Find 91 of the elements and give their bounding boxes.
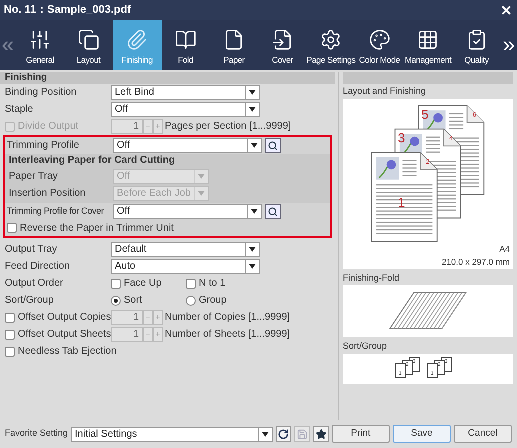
preview-button[interactable]: [265, 138, 281, 153]
number-field[interactable]: 1: [111, 327, 143, 342]
search-icon: [268, 206, 278, 216]
field-label: Paper Tray: [9, 170, 59, 184]
preview-heading: Finishing-Fold: [343, 272, 401, 285]
caret-icon: [262, 432, 269, 436]
field-label: Sort/Group: [5, 294, 55, 308]
toolbar-tab[interactable]: Page Settings: [307, 20, 356, 70]
field-label: Binding Position: [5, 86, 78, 100]
field-label: Trimming Profile: [7, 139, 80, 153]
toolbar-tab[interactable]: Cover: [258, 20, 307, 70]
book-icon: [174, 29, 197, 52]
file-input-icon: [272, 29, 294, 52]
number-field[interactable]: 1: [111, 310, 143, 325]
preview-button[interactable]: [265, 204, 281, 219]
search-icon: [268, 140, 278, 150]
toolbar-tab[interactable]: Fold: [162, 20, 210, 70]
field-label: Insertion Position: [9, 187, 87, 201]
caret-icon: [198, 191, 205, 196]
checkbox-label: Needless Tab Ejection: [18, 345, 117, 359]
group-heading: Interleaving Paper for Card Cutting: [9, 154, 176, 168]
page-number: 5: [421, 106, 429, 122]
caret-icon: [249, 264, 256, 269]
checkbox[interactable]: [5, 346, 15, 356]
radio-button[interactable]: [111, 296, 121, 306]
star-icon: [316, 428, 326, 440]
field-label: Favorite Setting: [5, 427, 68, 440]
dropdown[interactable]: Off: [113, 138, 262, 153]
dropdown[interactable]: Off: [111, 102, 260, 117]
toolbar-tab[interactable]: Color Mode: [356, 20, 404, 70]
field-label: Output Tray: [5, 243, 58, 257]
refresh-button[interactable]: [276, 426, 292, 442]
checkbox-label: N to 1: [199, 277, 226, 291]
checkbox[interactable]: [111, 278, 121, 288]
checkbox-label: Face Up: [124, 277, 162, 291]
toolbar-tab[interactable]: General: [16, 20, 64, 70]
dialog-button[interactable]: Print: [332, 425, 390, 443]
paper-size: A4: [500, 243, 510, 256]
range-text: Number of Copies [1...9999]: [165, 311, 290, 325]
caret-icon: [249, 90, 256, 95]
palette-icon: [368, 29, 391, 52]
preview-heading: Layout and Finishing: [343, 85, 428, 98]
page-number: 3: [398, 130, 406, 145]
close-button[interactable]: [499, 3, 513, 17]
checkbox-label: Offset Output Sheets: [18, 328, 112, 342]
window-title: No. 11：Sample_003.pdf: [4, 2, 132, 18]
field-label: Trimming Profile for Cover: [7, 204, 105, 218]
dropdown[interactable]: Default: [111, 242, 260, 257]
refresh-icon: [278, 428, 289, 440]
gear-icon: [320, 29, 342, 52]
dropdown[interactable]: Auto: [111, 259, 260, 274]
radio-label: Group: [199, 294, 227, 308]
checkbox[interactable]: [186, 278, 196, 288]
caret-icon: [251, 209, 258, 214]
toolbar-tab[interactable]: Quality: [452, 20, 501, 70]
caret-icon: [249, 107, 256, 112]
page-number: 1: [398, 194, 406, 210]
caret-icon: [251, 143, 258, 148]
dropdown[interactable]: Initial Settings: [71, 426, 273, 442]
favorite-button[interactable]: [313, 426, 329, 442]
dialog-button[interactable]: Save: [392, 425, 451, 443]
radio-label: Sort: [124, 294, 142, 308]
scroll-right-button[interactable]: »: [501, 34, 517, 56]
caret-icon: [198, 174, 205, 179]
paperclip-icon: [126, 29, 148, 52]
field-label: Staple: [5, 103, 34, 117]
dropdown[interactable]: Off: [113, 204, 262, 219]
range-text: Pages per Section [1...9999]: [165, 120, 292, 134]
field-label: Feed Direction: [5, 260, 72, 274]
checkbox-label: Divide Output: [18, 120, 79, 134]
dialog-button[interactable]: Cancel: [454, 425, 512, 443]
radio-button[interactable]: [186, 296, 196, 306]
grid-icon: [417, 29, 440, 52]
copy-icon: [78, 29, 100, 52]
paper-dimensions: 210.0 x 297.0 mm: [442, 256, 510, 268]
caret-icon: [249, 247, 256, 252]
range-text: Number of Sheets [1...9999]: [165, 328, 290, 342]
checkbox-label: Reverse the Paper in Trimmer Unit: [20, 222, 174, 236]
sliders-icon: [29, 29, 52, 52]
close-icon: [500, 4, 512, 16]
section-header: Finishing: [0, 72, 335, 84]
field-label: Output Order: [5, 277, 64, 291]
toolbar-tab[interactable]: Management: [404, 20, 452, 70]
checkbox[interactable]: [5, 312, 15, 322]
checkbox[interactable]: [5, 330, 15, 340]
checkbox-label: Offset Output Copies: [18, 311, 112, 325]
toolbar-tab[interactable]: Paper: [210, 20, 258, 70]
checkbox[interactable]: [7, 223, 17, 233]
dropdown[interactable]: Left Bind: [111, 85, 260, 100]
toolbar-tab[interactable]: Layout: [64, 20, 113, 70]
preview-heading: Sort/Group: [343, 340, 388, 353]
